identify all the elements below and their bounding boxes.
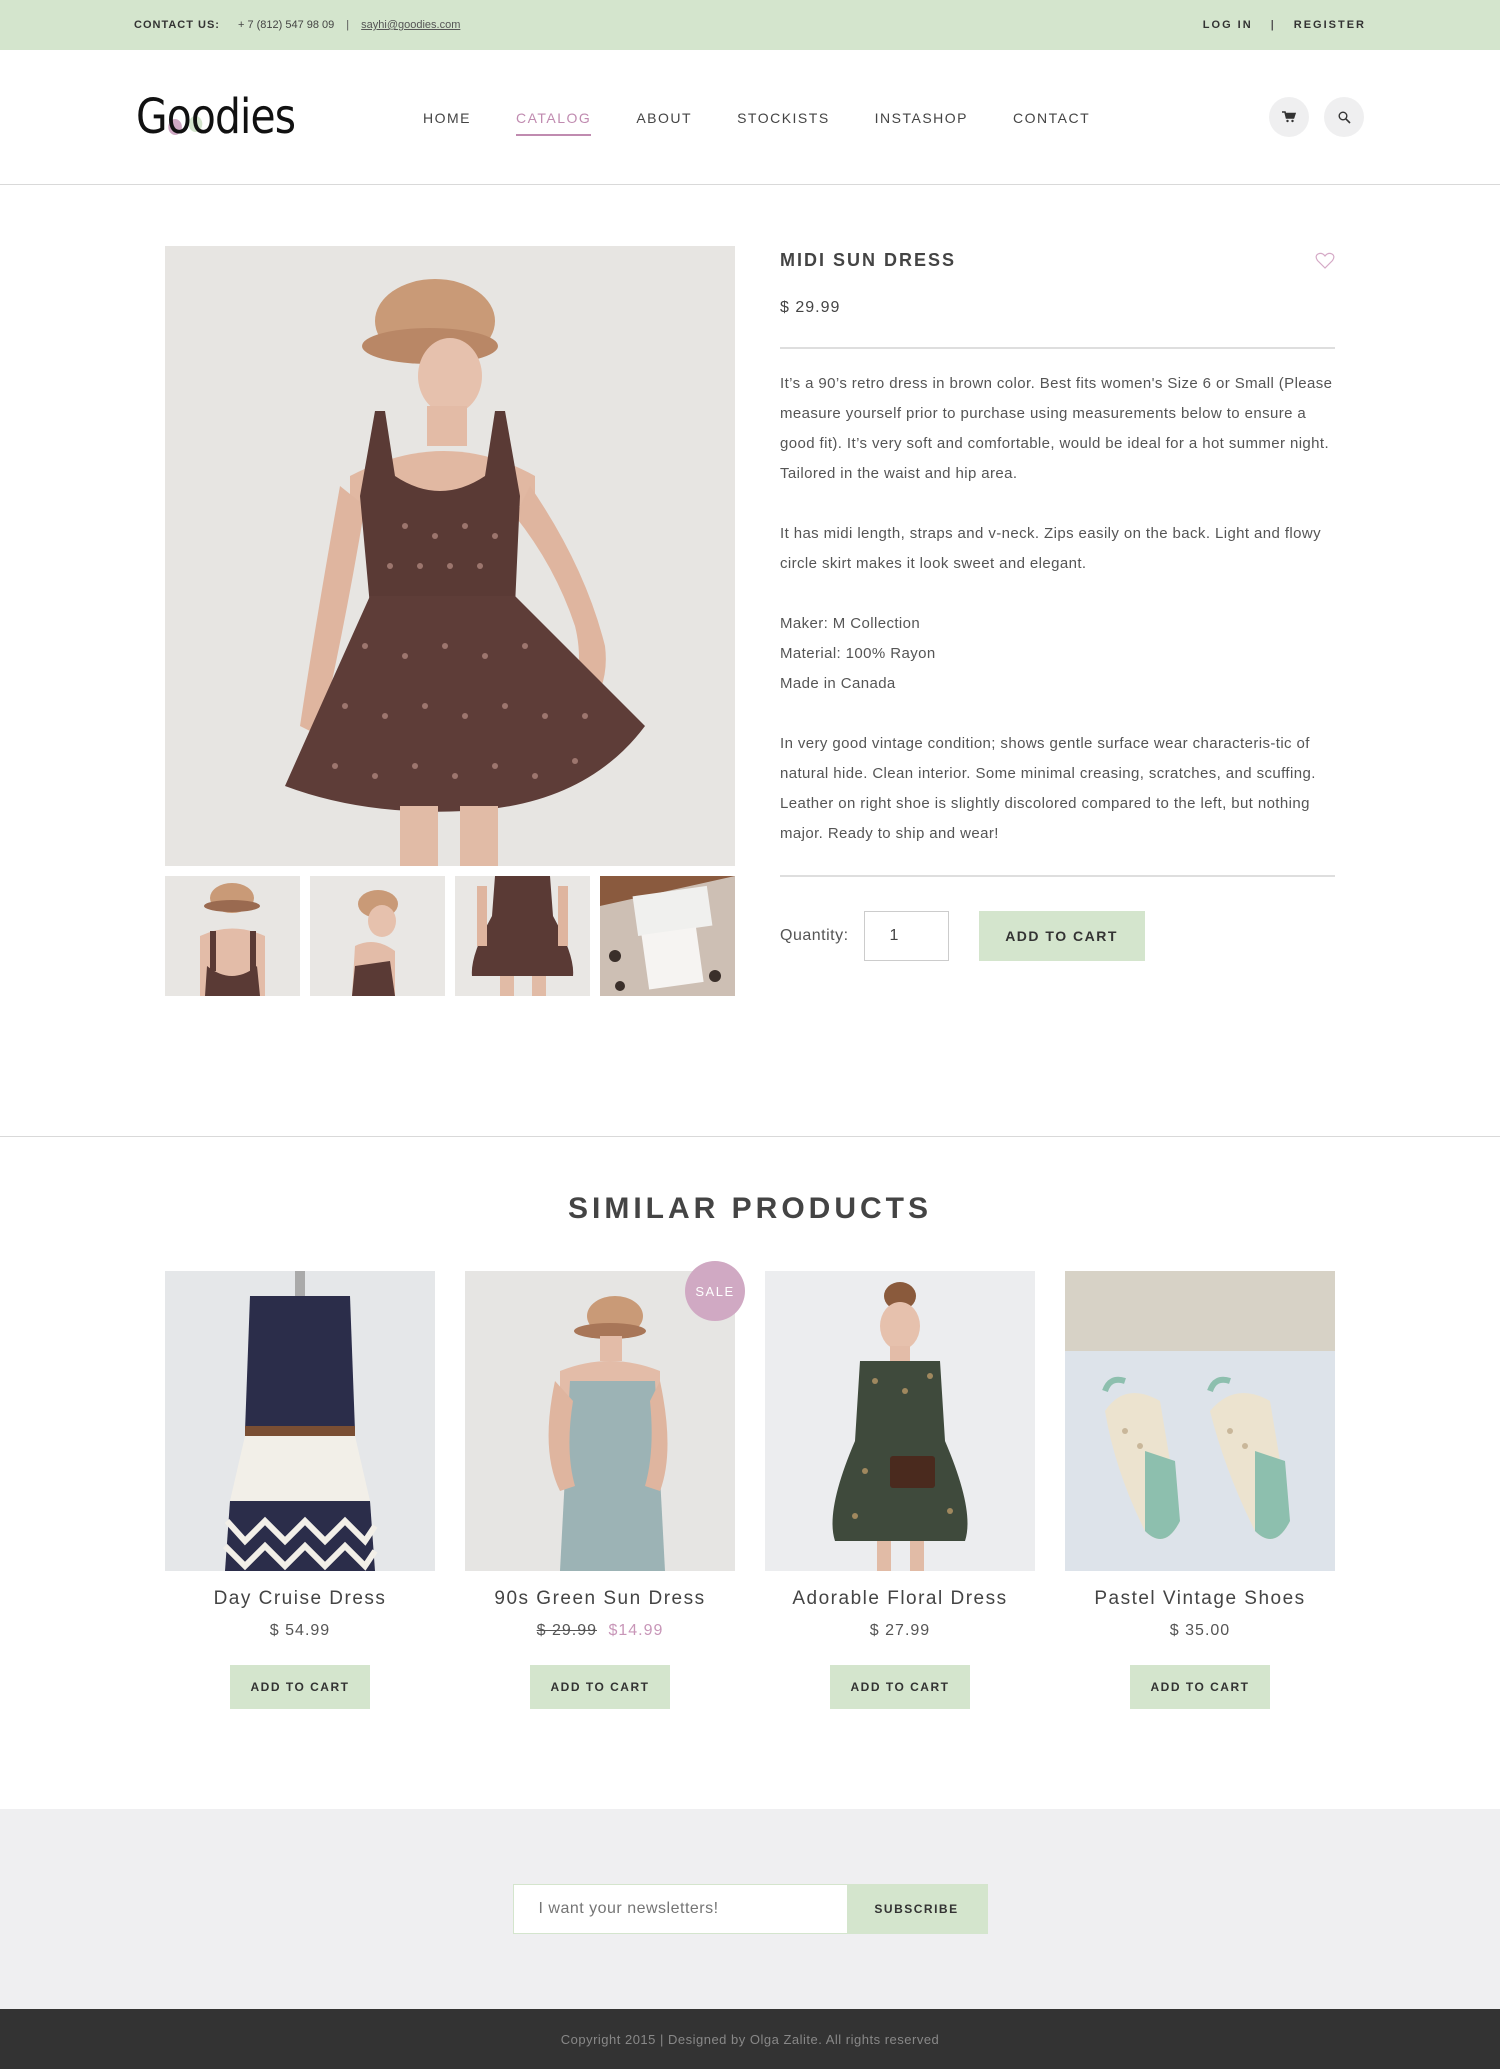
nav-home[interactable]: HOME: [423, 106, 471, 130]
newsletter-email-input[interactable]: [513, 1885, 847, 1933]
product-name[interactable]: Pastel Vintage Shoes: [1065, 1588, 1335, 1610]
email-link[interactable]: sayhi@goodies.com: [361, 19, 460, 31]
product-info: MIDI SUN DRESS $ 29.99 It’s a 90’s retro…: [780, 246, 1335, 1136]
header-icons: [1269, 97, 1364, 137]
site-footer: Copyright 2015 | Designed by Olga Zalite…: [0, 2009, 1500, 2069]
description-paragraph: It has midi length, straps and v-neck. Z…: [780, 525, 1322, 572]
product-name[interactable]: Day Cruise Dress: [165, 1588, 435, 1610]
divider: [780, 347, 1335, 349]
section-heading: SIMILAR PRODUCTS: [568, 1192, 932, 1225]
product-price: $ 27.99: [765, 1622, 1035, 1640]
quantity-row: Quantity: ADD TO CART: [780, 911, 1335, 961]
material: Material: 100% Rayon: [780, 645, 936, 662]
product-description: It’s a 90’s retro dress in brown color. …: [780, 369, 1335, 849]
product-card: Day Cruise Dress $ 54.99 ADD TO CART: [165, 1271, 435, 1709]
description-paragraph: In very good vintage condition; shows ge…: [780, 735, 1316, 842]
product-price: $ 29.99 $14.99: [465, 1622, 735, 1640]
search-button[interactable]: [1324, 97, 1364, 137]
old-price: $ 29.99: [536, 1622, 597, 1639]
product-section: MIDI SUN DRESS $ 29.99 It’s a 90’s retro…: [0, 185, 1500, 1137]
nav-stockists[interactable]: STOCKISTS: [737, 106, 830, 130]
separator: |: [346, 19, 350, 31]
separator: |: [1270, 19, 1276, 31]
main-nav: HOME CATALOG ABOUT STOCKISTS INSTASHOP C…: [423, 50, 1135, 185]
product-name[interactable]: Adorable Floral Dress: [765, 1588, 1035, 1610]
origin: Made in Canada: [780, 675, 896, 692]
price: $ 27.99: [869, 1622, 931, 1639]
add-to-cart-button[interactable]: ADD TO CART: [1130, 1665, 1270, 1709]
product-card: Adorable Floral Dress $ 27.99 ADD TO CAR…: [765, 1271, 1035, 1709]
product-price: $ 54.99: [165, 1622, 435, 1640]
product-main-image[interactable]: [165, 246, 735, 866]
product-image[interactable]: [1065, 1271, 1335, 1571]
sale-price: $14.99: [608, 1622, 664, 1639]
quantity-input[interactable]: [863, 911, 949, 961]
login-link[interactable]: LOG IN: [1203, 19, 1253, 31]
logo[interactable]: Goodies: [136, 89, 296, 145]
add-to-cart-button[interactable]: ADD TO CART: [530, 1665, 670, 1709]
product-image[interactable]: [165, 1271, 435, 1571]
nav-about[interactable]: ABOUT: [636, 106, 692, 130]
search-icon: [1338, 111, 1351, 124]
product-price: $ 29.99: [780, 299, 841, 316]
site-header: Goodies HOME CATALOG ABOUT STOCKISTS INS…: [0, 50, 1500, 185]
product-grid: Day Cruise Dress $ 54.99 ADD TO CART SAL…: [165, 1261, 1335, 1709]
dress-photo-illustration: [165, 246, 735, 866]
logo-text: Goodies: [136, 89, 296, 145]
newsletter-form: SUBSCRIBE: [512, 1884, 988, 1934]
heart-icon[interactable]: [1315, 252, 1335, 270]
contact-label: CONTACT US:: [134, 19, 220, 31]
add-to-cart-button[interactable]: ADD TO CART: [230, 1665, 370, 1709]
description-paragraph: It’s a 90’s retro dress in brown color. …: [780, 375, 1333, 482]
product-details: Maker: M Collection Material: 100% Rayon…: [780, 609, 1335, 699]
top-bar: CONTACT US: + 7 (812) 547 98 09 | sayhi@…: [0, 0, 1500, 50]
thumbnail-back-view[interactable]: [165, 876, 300, 996]
thumbnail-skirt-view[interactable]: [455, 876, 590, 996]
cart-button[interactable]: [1269, 97, 1309, 137]
maker: Maker: M Collection: [780, 615, 921, 632]
product-image[interactable]: [465, 1271, 735, 1571]
product-card: SALE 90s Green Sun Dress $ 29.99 $14.99 …: [465, 1261, 745, 1709]
product-image[interactable]: [765, 1271, 1035, 1571]
price: $ 35.00: [1169, 1622, 1231, 1639]
price: $ 54.99: [269, 1622, 331, 1639]
product-name[interactable]: 90s Green Sun Dress: [465, 1588, 735, 1610]
contact-info: CONTACT US: + 7 (812) 547 98 09 | sayhi@…: [134, 19, 460, 31]
nav-instashop[interactable]: INSTASHOP: [875, 106, 968, 130]
thumbnail-strip: [165, 876, 735, 996]
thumbnail-side-view[interactable]: [310, 876, 445, 996]
add-to-cart-button[interactable]: ADD TO CART: [830, 1665, 970, 1709]
product-gallery: [165, 246, 735, 1136]
product-card: Pastel Vintage Shoes $ 35.00 ADD TO CART: [1065, 1271, 1335, 1709]
quantity-label: Quantity:: [780, 927, 849, 944]
subscribe-button[interactable]: SUBSCRIBE: [846, 1885, 987, 1933]
add-to-cart-button[interactable]: ADD TO CART: [978, 911, 1145, 961]
nav-contact[interactable]: CONTACT: [1013, 106, 1090, 130]
register-link[interactable]: REGISTER: [1294, 19, 1366, 31]
copyright-text: Copyright 2015 | Designed by Olga Zalite…: [560, 2031, 940, 2047]
sale-badge: SALE: [685, 1261, 745, 1321]
newsletter-section: SUBSCRIBE: [0, 1809, 1500, 2009]
product-title-row: MIDI SUN DRESS: [780, 250, 1335, 271]
auth-links: LOG IN | REGISTER: [1203, 19, 1366, 31]
cart-icon: [1282, 111, 1296, 123]
product-price: $ 35.00: [1065, 1622, 1335, 1640]
similar-products-section: SIMILAR PRODUCTS Day Cruise Dress $ 54.9…: [0, 1137, 1500, 1809]
product-title: MIDI SUN DRESS: [780, 250, 957, 270]
phone-number: + 7 (812) 547 98 09: [237, 19, 335, 31]
thumbnail-label-view[interactable]: [600, 876, 735, 996]
divider: [780, 875, 1335, 877]
nav-catalog[interactable]: CATALOG: [516, 106, 592, 136]
